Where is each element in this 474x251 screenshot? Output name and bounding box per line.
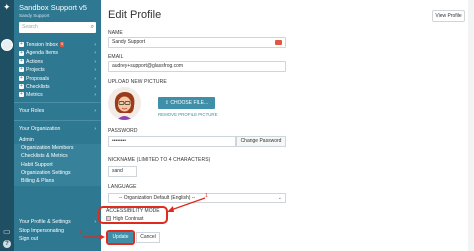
add-icon[interactable]: + — [19, 75, 24, 81]
callout-arrow-2 — [83, 234, 105, 240]
sidebar-item-label: Actions — [26, 58, 44, 65]
chevron-right-icon: › — [94, 58, 96, 65]
sidebar-item-checklists[interactable]: + Checklists › — [14, 83, 101, 91]
email-value: audrey+support@glassfrog.com — [112, 63, 184, 69]
nickname-field[interactable]: sand — [108, 166, 137, 177]
sidebar-item-label: Projects — [26, 67, 45, 74]
sidebar-item-label: Metrics — [26, 92, 43, 99]
chevron-right-icon: › — [94, 50, 96, 57]
sidebar-item-label: Agenda Items — [26, 50, 59, 57]
email-label: EMAIL — [108, 54, 124, 60]
icon-rail: ✦ ▭ ? — [0, 0, 14, 251]
name-value: Sandy Support — [112, 39, 146, 45]
main-content: Edit Profile View Profile NAME Sandy Sup… — [79, 0, 474, 251]
page-title: Edit Profile — [108, 9, 162, 21]
nickname-value: sand — [112, 168, 123, 174]
search-placeholder: Search — [22, 24, 38, 30]
sidebar-item-projects[interactable]: + Projects › — [14, 66, 101, 74]
chevron-right-icon: › — [94, 92, 96, 99]
add-icon[interactable]: + — [19, 92, 24, 98]
password-value: •••••••• — [112, 138, 127, 144]
sidebar-section-your-organization[interactable]: Your Organization › — [14, 123, 101, 136]
callout-arrow-1 — [167, 197, 206, 212]
high-contrast-checkbox[interactable] — [106, 216, 111, 222]
sidebar-section-admin[interactable]: Admin — [14, 136, 101, 144]
view-profile-button[interactable]: View Profile — [432, 10, 465, 22]
password-manager-icon[interactable] — [275, 40, 282, 45]
choose-file-label: CHOOSE FILE... — [170, 100, 209, 106]
sidebar-item-checklists-metrics[interactable]: Checklists & Metrics — [14, 152, 101, 161]
sidebar-item-organization-members[interactable]: Organization Members — [14, 144, 101, 153]
sidebar-item-label: Your Profile & Settings — [19, 219, 71, 225]
change-password-button[interactable]: Change Password — [236, 136, 286, 147]
chevron-right-icon: › — [94, 83, 96, 90]
chevron-right-icon: › — [94, 42, 96, 48]
divider — [14, 119, 101, 121]
chevron-down-icon: ⌄ — [277, 195, 282, 201]
choose-file-button[interactable]: ⇪ CHOOSE FILE... — [158, 97, 215, 109]
scrollbar[interactable] — [468, 0, 474, 251]
update-button[interactable]: Update — [108, 232, 133, 243]
nickname-label: NICKNAME (LIMITED TO 4 CHARACTERS) — [108, 157, 211, 163]
chat-icon[interactable]: ▭ — [3, 227, 11, 236]
sidebar-item-profile-settings[interactable]: Your Profile & Settings › — [14, 218, 101, 227]
sidebar: Sandbox Support v5 Sandy Support Search … — [14, 0, 101, 251]
chevron-right-icon: › — [94, 125, 96, 132]
search-input[interactable]: Search ⌕ — [19, 22, 96, 33]
chevron-right-icon: › — [94, 107, 96, 114]
sidebar-item-proposals[interactable]: + Proposals › — [14, 75, 101, 83]
password-label: PASSWORD — [108, 128, 138, 134]
sidebar-item-agenda-items[interactable]: + Agenda Items › — [14, 49, 101, 57]
sidebar-item-label: Checklists — [26, 83, 50, 90]
upload-picture-label: UPLOAD NEW PICTURE — [108, 79, 167, 85]
sidebar-item-billing-plans[interactable]: Billing & Plans — [14, 177, 101, 186]
chevron-right-icon: › — [94, 75, 96, 82]
section-label: Your Organization — [19, 125, 61, 132]
sidebar-item-organization-settings[interactable]: Organization Settings — [14, 169, 101, 178]
high-contrast-label: High Contrast — [113, 216, 144, 222]
name-label: NAME — [108, 30, 123, 36]
sidebar-section-your-roles[interactable]: Your Roles › — [14, 105, 101, 118]
section-label: Admin — [19, 136, 34, 143]
divider — [14, 101, 101, 103]
language-label: LANGUAGE — [108, 184, 137, 190]
profile-picture — [108, 87, 141, 120]
sidebar-item-label: Proposals — [26, 75, 50, 82]
current-user-name: Sandy Support — [19, 13, 50, 18]
add-icon[interactable]: + — [19, 84, 24, 90]
accessibility-mode-label: ACCESSIBILITY MODE — [106, 208, 160, 214]
sidebar-item-label: Tension Inbox — [26, 42, 59, 48]
callout-number-1: 1 — [205, 193, 208, 199]
sidebar-nav: + Tension Inbox 0 › + Agenda Items › + Actio… — [14, 41, 101, 186]
user-avatar-icon[interactable] — [1, 39, 13, 51]
help-icon[interactable]: ? — [3, 240, 11, 248]
sidebar-item-metrics[interactable]: + Metrics › — [14, 91, 101, 99]
chevron-right-icon: › — [94, 219, 96, 225]
org-title[interactable]: Sandbox Support v5 — [19, 3, 87, 12]
chevron-right-icon: › — [94, 67, 96, 74]
sidebar-item-actions[interactable]: + Actions › — [14, 58, 101, 66]
sidebar-item-tension-inbox[interactable]: + Tension Inbox 0 › — [14, 41, 101, 49]
password-field[interactable]: •••••••• — [108, 136, 236, 147]
email-field[interactable]: audrey+support@glassfrog.com — [108, 61, 286, 72]
add-icon[interactable]: + — [19, 67, 24, 73]
add-icon[interactable]: + — [19, 42, 24, 48]
sidebar-item-habit-support[interactable]: Habit Support — [14, 160, 101, 170]
count-badge: 0 — [60, 42, 65, 48]
name-field[interactable]: Sandy Support — [108, 37, 286, 48]
avatar-illustration-icon — [108, 87, 141, 120]
cancel-button[interactable]: Cancel — [136, 232, 160, 243]
remove-profile-picture-link[interactable]: REMOVE PROFILE PICTURE — [158, 112, 218, 117]
section-label: Your Roles — [19, 107, 45, 114]
search-icon[interactable]: ⌕ — [91, 22, 94, 33]
add-icon[interactable]: + — [19, 58, 24, 64]
add-icon[interactable]: + — [19, 50, 24, 56]
glassfrog-logo-icon[interactable]: ✦ — [3, 3, 12, 12]
high-contrast-option[interactable]: High Contrast — [106, 216, 144, 222]
